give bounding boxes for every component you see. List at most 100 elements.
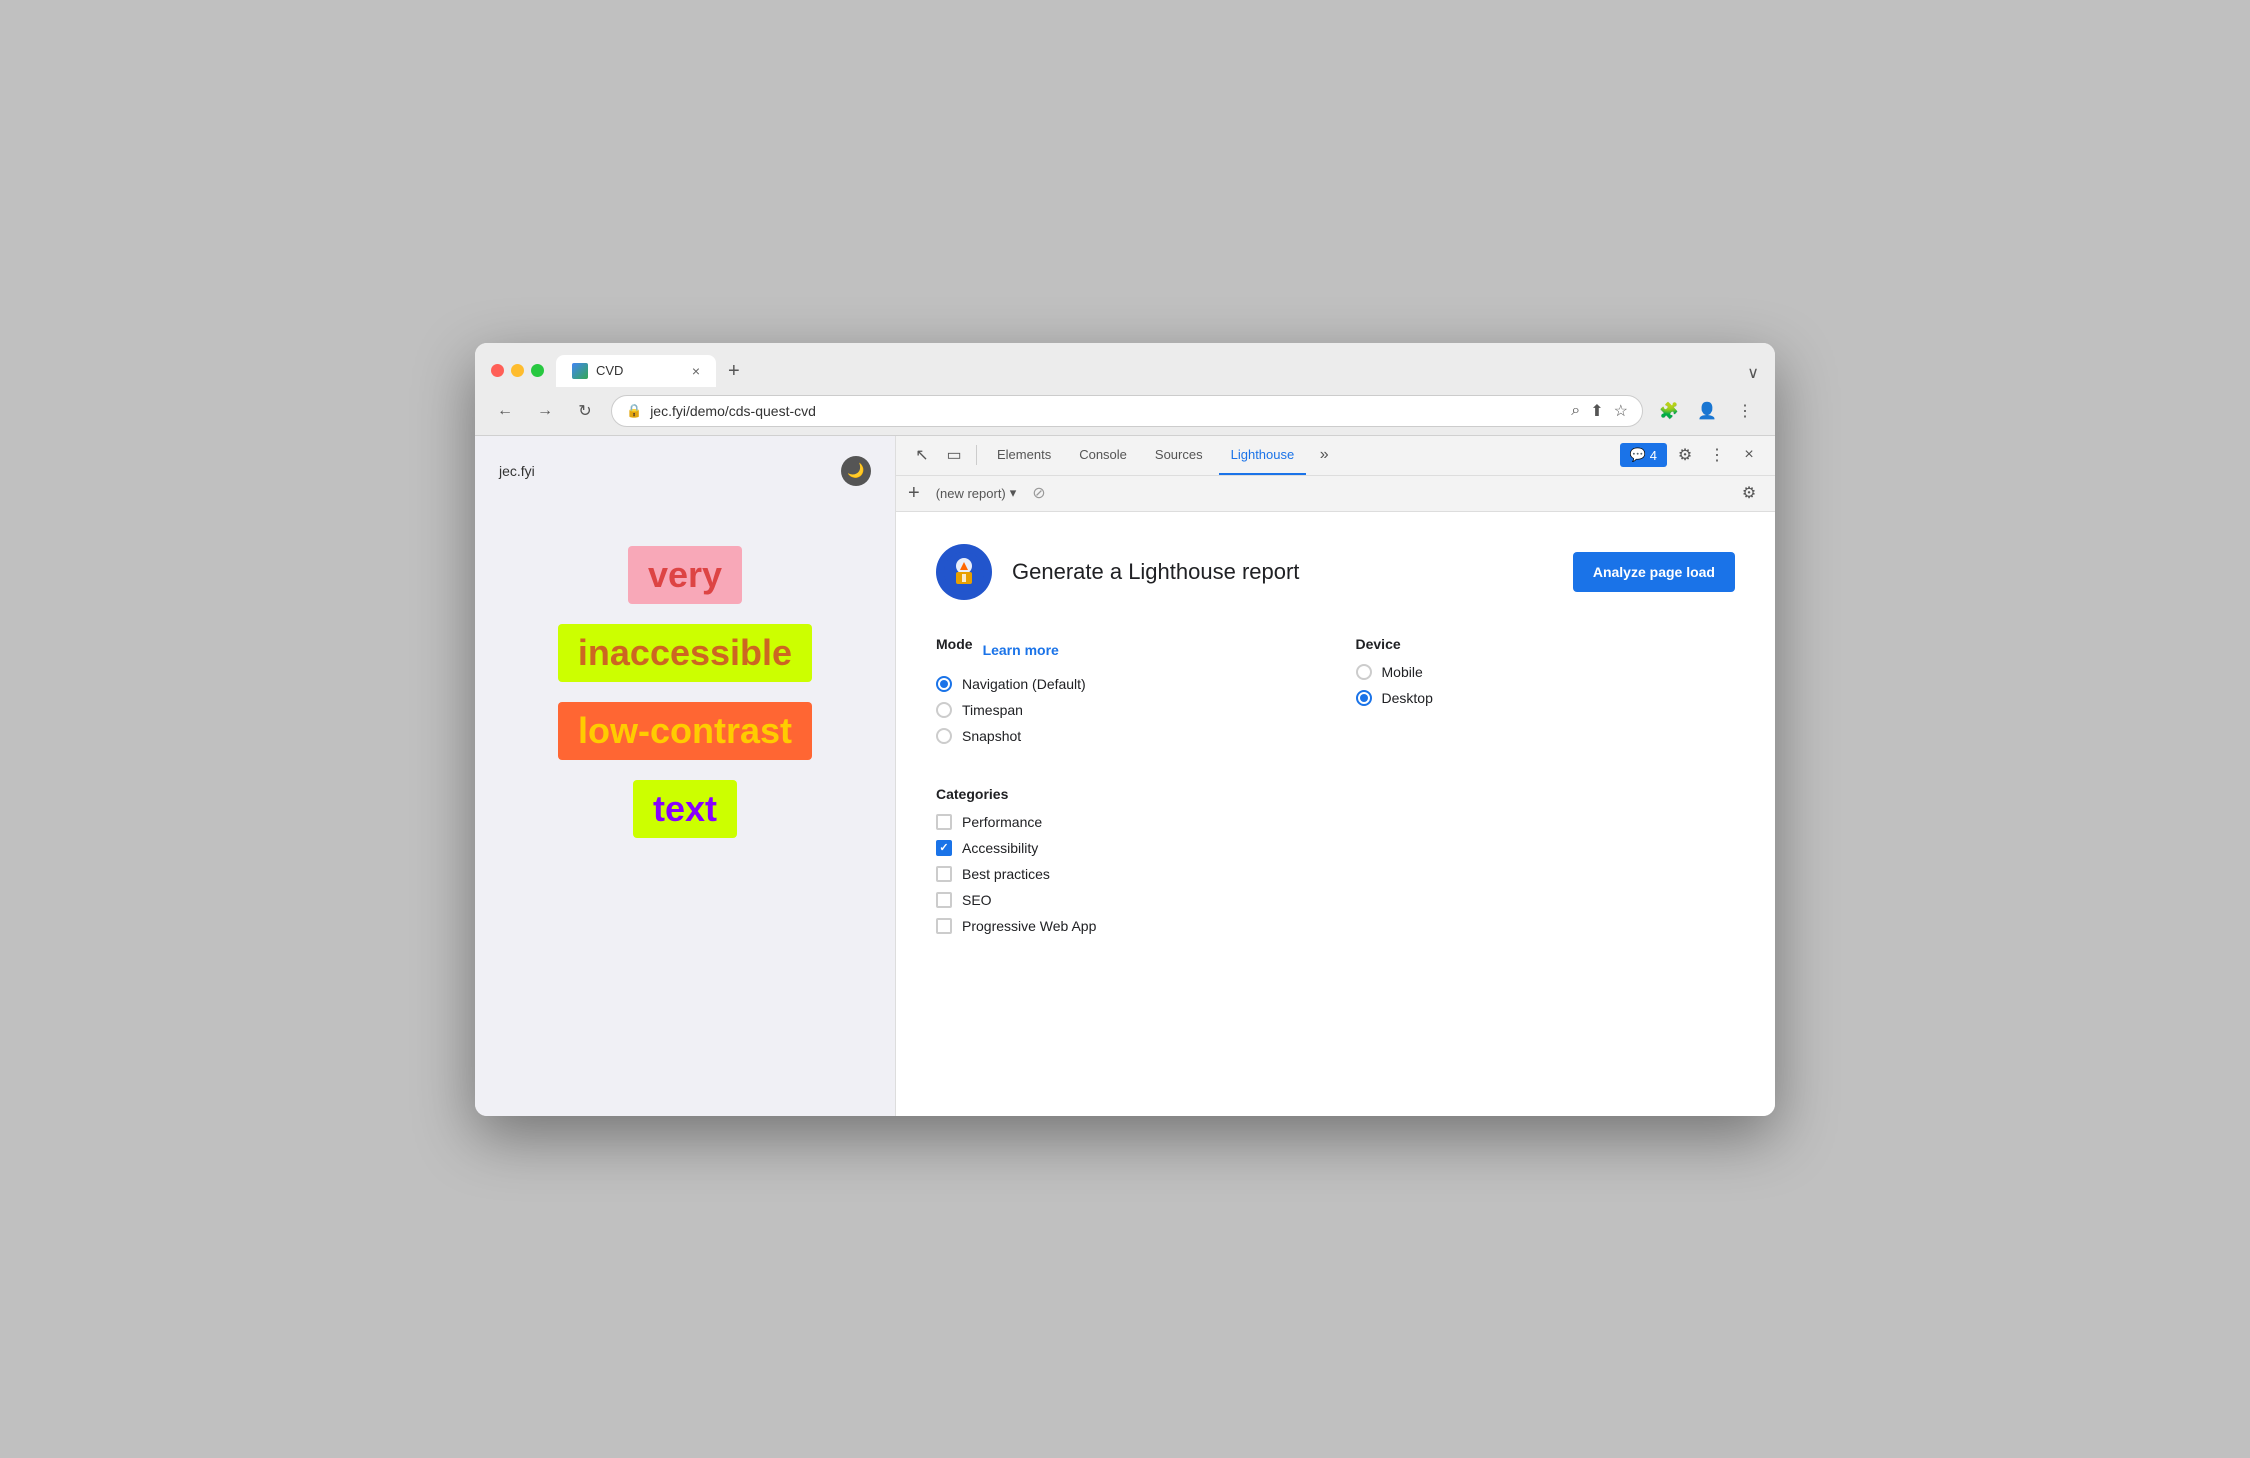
badge-icon: 💬 bbox=[1630, 447, 1646, 463]
devtools-secondbar: + (new report) ▾ ⊘ ⚙ bbox=[896, 476, 1775, 512]
checkbox-best-practices[interactable] bbox=[936, 866, 952, 882]
device-mobile-label: Mobile bbox=[1382, 664, 1423, 680]
bookmark-icon[interactable]: ☆ bbox=[1614, 401, 1628, 421]
devtools-more-button[interactable]: ⋮ bbox=[1703, 441, 1731, 469]
categories-label: Categories bbox=[936, 786, 1735, 802]
mode-snapshot[interactable]: Snapshot bbox=[936, 728, 1316, 744]
tab-title: CVD bbox=[596, 363, 623, 378]
checkbox-performance[interactable] bbox=[936, 814, 952, 830]
forward-button[interactable]: → bbox=[531, 397, 559, 425]
search-icon[interactable]: ⌕ bbox=[1571, 402, 1580, 420]
badge-count: 4 bbox=[1650, 448, 1657, 463]
category-best-practices-label: Best practices bbox=[962, 866, 1050, 882]
refresh-button[interactable]: ↻ bbox=[571, 397, 599, 425]
category-best-practices[interactable]: Best practices bbox=[936, 866, 1735, 882]
tab-sources[interactable]: Sources bbox=[1143, 435, 1215, 475]
address-icons: ⌕ ⬆ ☆ bbox=[1571, 401, 1628, 421]
mode-timespan-label: Timespan bbox=[962, 702, 1023, 718]
mode-navigation[interactable]: Navigation (Default) bbox=[936, 676, 1316, 692]
device-column: Device Mobile Desktop bbox=[1356, 636, 1736, 754]
category-accessibility[interactable]: ✓ Accessibility bbox=[936, 840, 1735, 856]
word-inaccessible-text: inaccessible bbox=[578, 632, 792, 673]
extensions-button[interactable]: 🧩 bbox=[1655, 397, 1683, 425]
mode-title-row: Mode Learn more bbox=[936, 636, 1316, 664]
browser-window: CVD × + ∨ ← → ↻ 🔒 jec.fyi/demo/cds-quest… bbox=[475, 343, 1775, 1116]
dropdown-icon: ▾ bbox=[1010, 485, 1017, 501]
radio-desktop-circle[interactable] bbox=[1356, 690, 1372, 706]
radio-snapshot-circle[interactable] bbox=[936, 728, 952, 744]
demo-word-very: very bbox=[628, 546, 742, 604]
mode-navigation-label: Navigation (Default) bbox=[962, 676, 1086, 692]
tab-console[interactable]: Console bbox=[1067, 435, 1139, 475]
dark-mode-button[interactable]: 🌙 bbox=[841, 456, 871, 486]
categories-section: Categories Performance ✓ Accessibility B… bbox=[936, 786, 1735, 934]
learn-more-link[interactable]: Learn more bbox=[983, 642, 1059, 658]
category-seo[interactable]: SEO bbox=[936, 892, 1735, 908]
site-header: jec.fyi 🌙 bbox=[499, 456, 871, 486]
radio-navigation-circle[interactable] bbox=[936, 676, 952, 692]
demo-word-inaccessible: inaccessible bbox=[558, 624, 812, 682]
tab-close-button[interactable]: × bbox=[692, 363, 700, 379]
radio-mobile-circle[interactable] bbox=[1356, 664, 1372, 680]
menu-button[interactable]: ⋮ bbox=[1731, 397, 1759, 425]
block-icon: ⊘ bbox=[1032, 483, 1045, 503]
device-mobile[interactable]: Mobile bbox=[1356, 664, 1736, 680]
browser-icons: 🧩 👤 ⋮ bbox=[1655, 397, 1759, 425]
mode-label: Mode bbox=[936, 636, 973, 652]
lighthouse-logo bbox=[936, 544, 992, 600]
maximize-traffic-light[interactable] bbox=[531, 364, 544, 377]
more-tabs-button[interactable]: » bbox=[1310, 441, 1338, 469]
device-desktop[interactable]: Desktop bbox=[1356, 690, 1736, 706]
category-pwa[interactable]: Progressive Web App bbox=[936, 918, 1735, 934]
device-desktop-label: Desktop bbox=[1382, 690, 1433, 706]
checkbox-seo[interactable] bbox=[936, 892, 952, 908]
add-report-button[interactable]: + bbox=[908, 482, 920, 505]
lock-icon: 🔒 bbox=[626, 403, 642, 419]
devtools-topbar: ↖ ▭ Elements Console Sources Lighthouse … bbox=[896, 436, 1775, 476]
cursor-tool-button[interactable]: ↖ bbox=[908, 441, 936, 469]
lh-form-row: Mode Learn more Navigation (Default) Tim… bbox=[936, 636, 1735, 754]
analyze-button[interactable]: Analyze page load bbox=[1573, 552, 1735, 592]
radio-navigation-dot bbox=[940, 680, 948, 688]
category-seo-label: SEO bbox=[962, 892, 992, 908]
word-low-contrast-text: low-contrast bbox=[578, 710, 792, 751]
radio-timespan-circle[interactable] bbox=[936, 702, 952, 718]
lighthouse-content: Generate a Lighthouse report Analyze pag… bbox=[896, 512, 1775, 1116]
checkbox-accessibility[interactable]: ✓ bbox=[936, 840, 952, 856]
demo-word-text: text bbox=[633, 780, 737, 838]
report-selector[interactable]: (new report) ▾ bbox=[928, 481, 1025, 505]
checkbox-pwa[interactable] bbox=[936, 918, 952, 934]
mode-snapshot-label: Snapshot bbox=[962, 728, 1021, 744]
mode-column: Mode Learn more Navigation (Default) Tim… bbox=[936, 636, 1316, 754]
tab-elements[interactable]: Elements bbox=[985, 435, 1063, 475]
devtools-close-button[interactable]: × bbox=[1735, 441, 1763, 469]
topbar-separator bbox=[976, 445, 977, 465]
tab-chevron-button[interactable]: ∨ bbox=[1747, 363, 1759, 383]
active-tab[interactable]: CVD × bbox=[556, 355, 716, 387]
category-performance-label: Performance bbox=[962, 814, 1042, 830]
check-mark: ✓ bbox=[939, 841, 948, 854]
tab-lighthouse[interactable]: Lighthouse bbox=[1219, 435, 1307, 475]
address-input-wrap[interactable]: 🔒 jec.fyi/demo/cds-quest-cvd ⌕ ⬆ ☆ bbox=[611, 395, 1643, 427]
secondbar-settings-button[interactable]: ⚙ bbox=[1735, 479, 1763, 507]
back-button[interactable]: ← bbox=[491, 397, 519, 425]
devtools-settings-button[interactable]: ⚙ bbox=[1671, 441, 1699, 469]
tab-controls: ∨ bbox=[1747, 363, 1759, 387]
devtools-panel: ↖ ▭ Elements Console Sources Lighthouse … bbox=[895, 436, 1775, 1116]
report-placeholder: (new report) bbox=[936, 486, 1006, 501]
profile-button[interactable]: 👤 bbox=[1693, 397, 1721, 425]
tab-favicon bbox=[572, 363, 588, 379]
badge-button[interactable]: 💬 4 bbox=[1620, 443, 1667, 467]
mode-timespan[interactable]: Timespan bbox=[936, 702, 1316, 718]
device-tool-button[interactable]: ▭ bbox=[940, 441, 968, 469]
new-tab-button[interactable]: + bbox=[720, 356, 748, 387]
category-performance[interactable]: Performance bbox=[936, 814, 1735, 830]
category-accessibility-label: Accessibility bbox=[962, 840, 1038, 856]
device-label: Device bbox=[1356, 636, 1736, 652]
share-icon[interactable]: ⬆ bbox=[1590, 401, 1603, 421]
address-bar: ← → ↻ 🔒 jec.fyi/demo/cds-quest-cvd ⌕ ⬆ ☆… bbox=[475, 387, 1775, 436]
minimize-traffic-light[interactable] bbox=[511, 364, 524, 377]
tabs-row: CVD × + ∨ bbox=[556, 355, 1759, 387]
close-traffic-light[interactable] bbox=[491, 364, 504, 377]
demo-word-low-contrast: low-contrast bbox=[558, 702, 812, 760]
